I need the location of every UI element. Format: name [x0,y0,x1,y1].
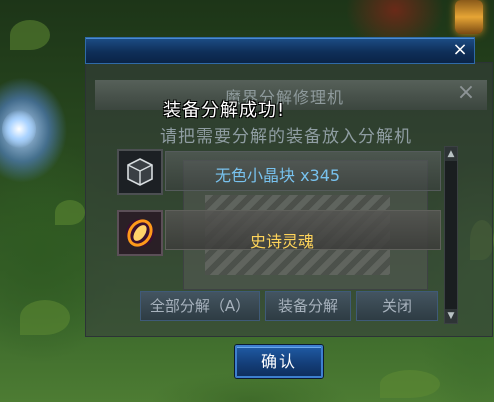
popup-title-bar [85,37,475,64]
leaf-decoration [380,370,440,398]
glowing-orb-effect [2,110,36,148]
close-button[interactable]: 关闭 [356,291,438,321]
leaf-decoration [10,20,50,50]
scroll-up-button[interactable]: ▲ [445,147,457,161]
soul-item-slot[interactable] [117,210,163,256]
scroll-down-button[interactable]: ▼ [445,309,457,323]
epic-soul-icon [126,219,154,247]
leaf-decoration [55,200,85,225]
crystal-item-slot[interactable] [117,149,163,195]
scrollbar[interactable]: ▲ ▼ [444,146,458,324]
confirm-button[interactable]: 确认 [235,345,323,378]
item-name-crystal: 无色小晶块 x345 [215,166,341,185]
leaf-decoration [20,300,70,335]
crystal-cube-icon [127,158,153,186]
dialog-instruction: 请把需要分解的装备放入分解机 [160,127,412,147]
lantern-decoration [455,0,483,34]
popup-close-button[interactable]: × [449,39,471,61]
success-message: 装备分解成功! [163,100,286,121]
disassemble-all-button[interactable]: 全部分解（A） [140,291,260,321]
disassemble-equipment-button[interactable]: 装备分解 [265,291,351,321]
dialog-close-button[interactable]: × [455,82,477,104]
item-name-soul: 史诗灵魂 [250,232,315,251]
